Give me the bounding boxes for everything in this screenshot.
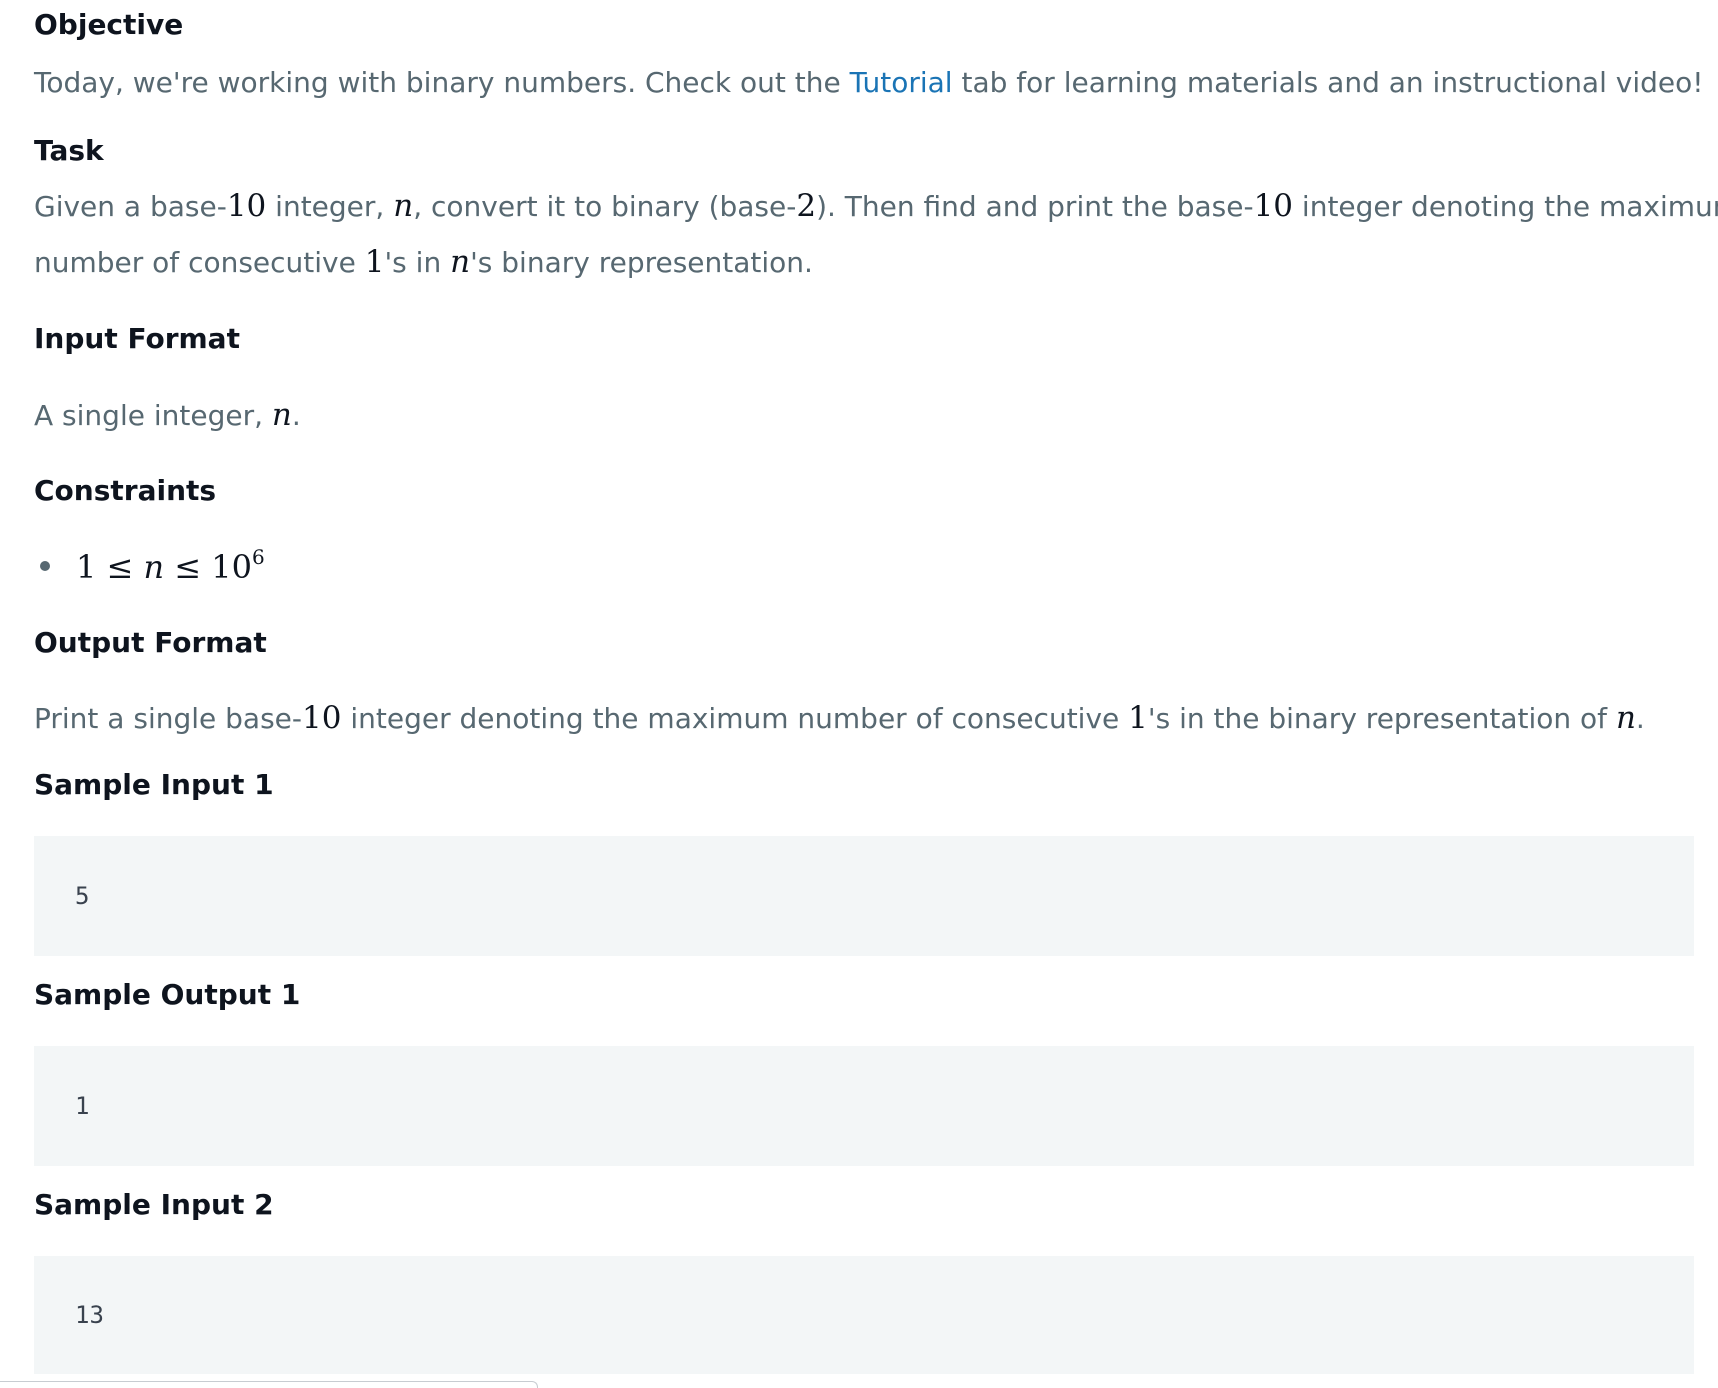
input-format-text: A single integer, n. [34, 397, 301, 433]
sample-input-1-heading: Sample Input 1 [34, 768, 274, 801]
constraint-expression: 1 ≤ n ≤ 106 [76, 545, 265, 586]
task-heading: Task [34, 134, 104, 167]
sample-output-1-value: 1 [75, 1092, 90, 1120]
task-text-line-1: Given a base-10 integer, n, convert it t… [34, 188, 1718, 224]
input-format-heading: Input Format [34, 322, 240, 355]
bullet-icon [40, 560, 50, 571]
objective-text: Today, we're working with binary numbers… [34, 66, 1704, 99]
tutorial-link[interactable]: Tutorial [850, 66, 953, 99]
task-text-line-2: number of consecutive 1's in n's binary … [34, 244, 813, 280]
output-format-heading: Output Format [34, 626, 267, 659]
sample-output-1-heading: Sample Output 1 [34, 978, 301, 1011]
sample-input-1-block: 5 [34, 836, 1694, 956]
bottom-panel-tab[interactable] [0, 1381, 538, 1388]
sample-input-1-value: 5 [75, 882, 90, 910]
sample-output-1-block: 1 [34, 1046, 1694, 1166]
sample-input-2-value: 13 [75, 1301, 104, 1329]
sample-input-2-heading: Sample Input 2 [34, 1188, 274, 1221]
output-format-text: Print a single base-10 integer denoting … [34, 700, 1645, 736]
constraint-item: 1 ≤ n ≤ 106 [34, 545, 265, 586]
sample-input-2-block: 13 [34, 1256, 1694, 1374]
objective-heading: Objective [34, 8, 184, 41]
constraints-heading: Constraints [34, 474, 217, 507]
